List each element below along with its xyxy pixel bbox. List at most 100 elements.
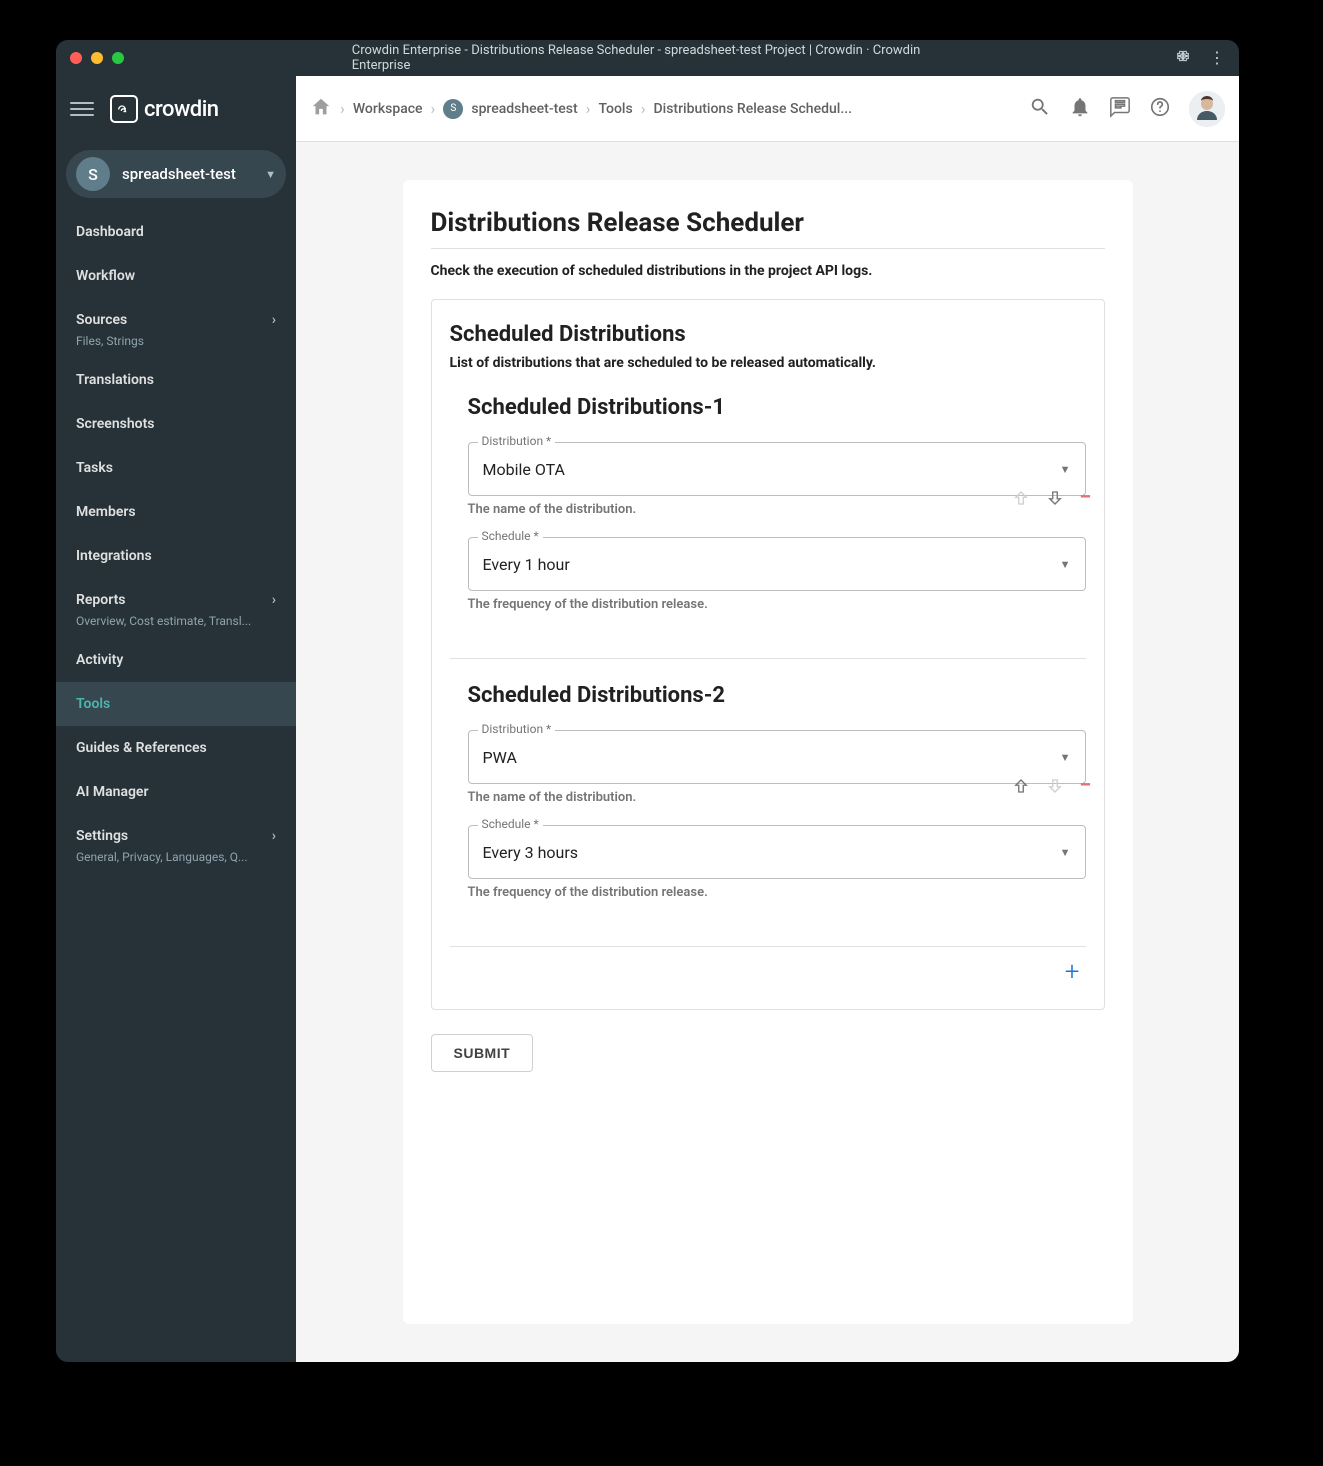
project-name: spreadsheet-test — [122, 165, 253, 183]
remove-icon[interactable]: − — [1079, 773, 1091, 798]
distribution-select[interactable]: Mobile OTA ▼ — [468, 442, 1086, 496]
chevron-down-icon: ▼ — [265, 168, 276, 181]
sidebar-item-translations[interactable]: Translations — [56, 358, 296, 402]
chevron-right-icon: › — [272, 592, 276, 608]
help-icon[interactable] — [1149, 96, 1171, 122]
breadcrumb-project-badge: S — [443, 99, 463, 119]
caret-down-icon: ▼ — [1060, 558, 1071, 571]
section-title: Scheduled Distributions — [450, 322, 1086, 347]
sidebar-item-label: Integrations — [76, 548, 152, 564]
sidebar-item-label: Reports — [76, 592, 126, 608]
sidebar-item-label: Screenshots — [76, 416, 154, 432]
sidebar-item-subtitle: General, Privacy, Languages, Q... — [56, 850, 296, 874]
browser-menu-icon[interactable]: ⋮ — [1209, 48, 1225, 68]
move-up-icon — [1011, 488, 1031, 508]
search-icon[interactable] — [1029, 96, 1051, 122]
distribution-select-value: Mobile OTA — [483, 460, 565, 479]
chevron-right-icon: › — [641, 99, 646, 118]
topbar: › Workspace › S spreadsheet-test › Tools… — [296, 76, 1239, 142]
logo-text: crowdin — [144, 97, 219, 122]
schedule-helper: The frequency of the distribution releas… — [468, 597, 1086, 612]
sidebar-nav: Dashboard Workflow Sources › Files, Strings T… — [56, 210, 296, 1362]
sidebar-item-tasks[interactable]: Tasks — [56, 446, 296, 490]
distribution-select[interactable]: PWA ▼ — [468, 730, 1086, 784]
sidebar-item-members[interactable]: Members — [56, 490, 296, 534]
home-icon[interactable] — [310, 96, 332, 122]
sidebar-item-screenshots[interactable]: Screenshots — [56, 402, 296, 446]
app-window: Crowdin Enterprise - Distributions Relea… — [56, 40, 1239, 1362]
move-down-icon[interactable] — [1045, 488, 1065, 508]
schedule-helper: The frequency of the distribution releas… — [468, 885, 1086, 900]
breadcrumb: › Workspace › S spreadsheet-test › Tools… — [310, 96, 1019, 122]
sidebar-item-ai-manager[interactable]: AI Manager — [56, 770, 296, 814]
breadcrumb-current: Distributions Release Schedul... — [654, 101, 852, 117]
schedule-field-label: Schedule * — [478, 529, 543, 543]
distribution-block: Scheduled Distributions-1 Distribution *… — [450, 395, 1086, 659]
main-card: Distributions Release Scheduler Check th… — [403, 180, 1133, 1324]
sidebar-item-label: AI Manager — [76, 784, 149, 800]
maximize-window-button[interactable] — [112, 52, 124, 64]
sidebar-item-label: Translations — [76, 372, 154, 388]
distribution-field-label: Distribution * — [478, 434, 556, 448]
submit-button[interactable]: SUBMIT — [431, 1034, 534, 1072]
sidebar: crowdin S spreadsheet-test ▼ Dashboard Wo… — [56, 76, 296, 1362]
project-badge: S — [76, 157, 110, 191]
page-title: Distributions Release Scheduler — [431, 208, 1105, 238]
sidebar-item-guides-references[interactable]: Guides & References — [56, 726, 296, 770]
distribution-select-value: PWA — [483, 748, 517, 767]
sidebar-item-activity[interactable]: Activity — [56, 638, 296, 682]
sidebar-item-label: Dashboard — [76, 224, 144, 240]
hamburger-icon[interactable] — [70, 97, 94, 121]
sidebar-item-label: Tools — [76, 696, 110, 712]
schedule-select[interactable]: Every 1 hour ▼ — [468, 537, 1086, 591]
sidebar-item-label: Settings — [76, 828, 128, 844]
sidebar-item-integrations[interactable]: Integrations — [56, 534, 296, 578]
schedule-select[interactable]: Every 3 hours ▼ — [468, 825, 1086, 879]
distribution-heading: Scheduled Distributions-2 — [468, 683, 1086, 708]
schedule-field-label: Schedule * — [478, 817, 543, 831]
project-selector[interactable]: S spreadsheet-test ▼ — [66, 150, 286, 198]
sidebar-item-workflow[interactable]: Workflow — [56, 254, 296, 298]
move-up-icon[interactable] — [1011, 776, 1031, 796]
logo[interactable]: crowdin — [110, 95, 219, 123]
close-window-button[interactable] — [70, 52, 82, 64]
sidebar-item-label: Guides & References — [76, 740, 207, 756]
caret-down-icon: ▼ — [1060, 463, 1071, 476]
chevron-right-icon: › — [340, 99, 345, 118]
distribution-helper: The name of the distribution. — [468, 502, 1086, 517]
sidebar-item-subtitle: Files, Strings — [56, 334, 296, 358]
remove-icon[interactable]: − — [1079, 485, 1091, 510]
breadcrumb-workspace[interactable]: Workspace — [353, 101, 423, 117]
chat-icon[interactable] — [1109, 96, 1131, 122]
chevron-right-icon: › — [431, 99, 436, 118]
sidebar-item-label: Tasks — [76, 460, 113, 476]
schedule-select-value: Every 3 hours — [483, 843, 579, 862]
caret-down-icon: ▼ — [1060, 751, 1071, 764]
chevron-right-icon: › — [272, 312, 276, 328]
breadcrumb-project[interactable]: spreadsheet-test — [471, 101, 577, 117]
caret-down-icon: ▼ — [1060, 846, 1071, 859]
minimize-window-button[interactable] — [91, 52, 103, 64]
distribution-field-label: Distribution * — [478, 722, 556, 736]
bell-icon[interactable] — [1069, 96, 1091, 122]
sidebar-item-subtitle: Overview, Cost estimate, Transl... — [56, 614, 296, 638]
extension-icon[interactable] — [1175, 48, 1191, 68]
main: › Workspace › S spreadsheet-test › Tools… — [296, 76, 1239, 1362]
distribution-helper: The name of the distribution. — [468, 790, 1086, 805]
distribution-heading: Scheduled Distributions-1 — [468, 395, 1086, 420]
content: Distributions Release Scheduler Check th… — [296, 142, 1239, 1362]
window-controls — [70, 52, 124, 64]
breadcrumb-tools[interactable]: Tools — [598, 101, 632, 117]
chevron-right-icon: › — [586, 99, 591, 118]
distribution-block: Scheduled Distributions-2 Distribution *… — [450, 683, 1086, 947]
sidebar-item-label: Activity — [76, 652, 123, 668]
avatar[interactable] — [1189, 91, 1225, 127]
sidebar-item-dashboard[interactable]: Dashboard — [56, 210, 296, 254]
add-distribution-button[interactable]: + — [1065, 957, 1080, 987]
titlebar: Crowdin Enterprise - Distributions Relea… — [56, 40, 1239, 76]
sidebar-item-label: Sources — [76, 312, 127, 328]
scheduled-section: Scheduled Distributions List of distribu… — [431, 299, 1105, 1010]
sidebar-item-label: Members — [76, 504, 136, 520]
sidebar-item-tools[interactable]: Tools — [56, 682, 296, 726]
window-title: Crowdin Enterprise - Distributions Relea… — [352, 43, 944, 73]
